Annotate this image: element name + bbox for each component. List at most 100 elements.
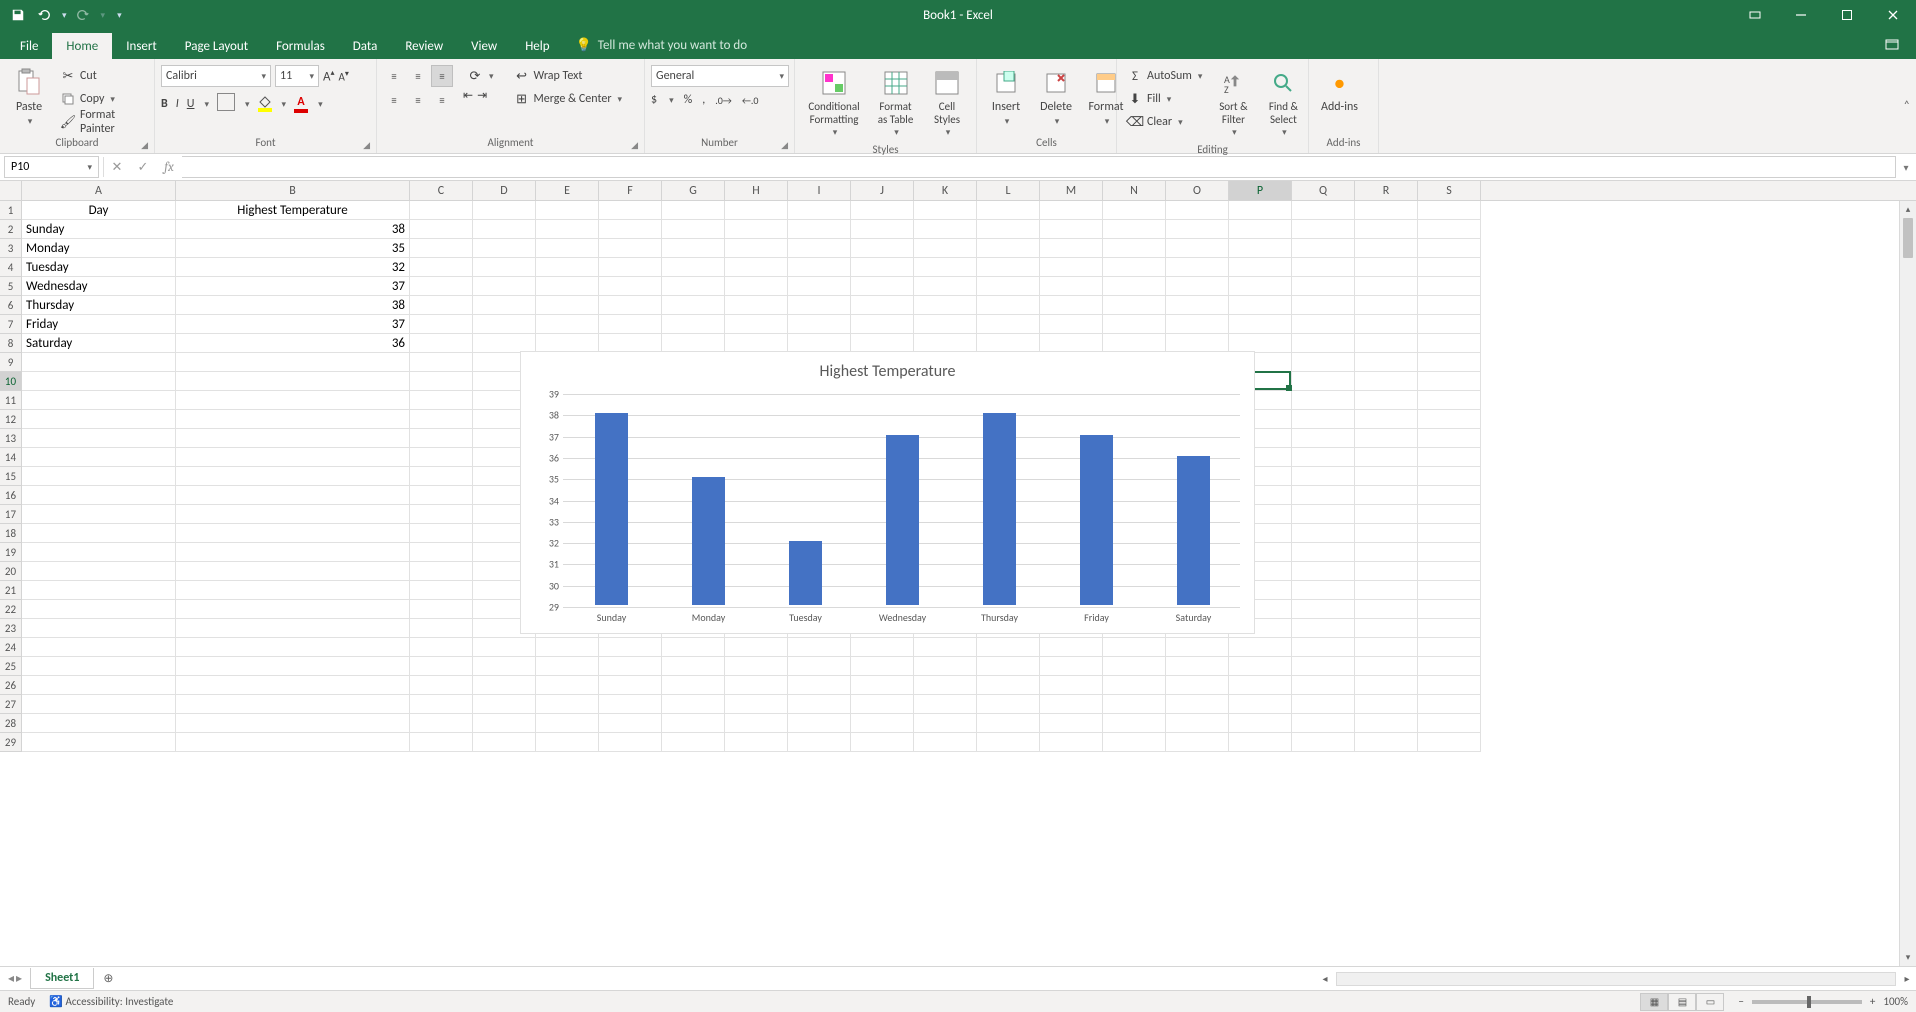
cell[interactable] [410, 486, 473, 505]
underline-button[interactable]: U [187, 97, 195, 111]
cell[interactable] [851, 239, 914, 258]
row-header[interactable]: 25 [0, 657, 22, 676]
scroll-up-icon[interactable]: ▴ [1900, 201, 1916, 218]
cell[interactable] [410, 410, 473, 429]
clipboard-launcher-icon[interactable]: ◢ [141, 140, 148, 151]
cell[interactable] [1418, 638, 1481, 657]
cell[interactable] [1418, 429, 1481, 448]
increase-font-icon[interactable]: A▴ [323, 68, 335, 84]
cell[interactable] [1418, 239, 1481, 258]
cell[interactable] [914, 220, 977, 239]
row-header[interactable]: 9 [0, 353, 22, 372]
cell[interactable] [1355, 429, 1418, 448]
cell[interactable] [536, 239, 599, 258]
cell[interactable] [1355, 296, 1418, 315]
cell[interactable] [599, 657, 662, 676]
row-header[interactable]: 26 [0, 676, 22, 695]
cell[interactable] [536, 638, 599, 657]
sort-filter-button[interactable]: AZSort & Filter▾ [1210, 65, 1256, 141]
chevron-down-icon[interactable]: ▾ [667, 95, 674, 106]
accounting-format-button[interactable]: $ [651, 93, 657, 107]
chevron-down-icon[interactable]: ▾ [1176, 117, 1183, 128]
chevron-down-icon[interactable]: ▾ [1196, 71, 1203, 82]
cell[interactable] [1292, 220, 1355, 239]
cell[interactable] [536, 315, 599, 334]
cell[interactable]: Day [22, 201, 176, 220]
format-painter-button[interactable]: 🖌Format Painter [56, 111, 148, 133]
cell[interactable] [1103, 638, 1166, 657]
cell[interactable] [176, 619, 410, 638]
row-header[interactable]: 2 [0, 220, 22, 239]
cell[interactable] [473, 714, 536, 733]
cell[interactable] [1418, 695, 1481, 714]
cell[interactable] [977, 695, 1040, 714]
cell[interactable] [1292, 638, 1355, 657]
chart-bar[interactable] [1177, 456, 1210, 605]
cell[interactable] [1166, 220, 1229, 239]
column-header-E[interactable]: E [536, 181, 599, 200]
cell[interactable] [473, 296, 536, 315]
column-header-B[interactable]: B [176, 181, 410, 200]
cell[interactable] [1418, 733, 1481, 752]
cell[interactable] [1355, 676, 1418, 695]
font-color-dropdown-icon[interactable]: ▾ [316, 99, 323, 110]
page-layout-view-button[interactable]: ▤ [1668, 993, 1696, 1011]
cell[interactable] [1040, 714, 1103, 733]
cell[interactable] [1229, 695, 1292, 714]
cell[interactable] [1166, 733, 1229, 752]
tab-file[interactable]: File [6, 33, 52, 59]
cell[interactable] [662, 201, 725, 220]
cell[interactable] [1040, 201, 1103, 220]
chevron-down-icon[interactable]: ▾ [1165, 94, 1172, 105]
cell[interactable] [1292, 353, 1355, 372]
cell[interactable] [410, 600, 473, 619]
cell[interactable] [1103, 657, 1166, 676]
cell[interactable] [22, 467, 176, 486]
cell[interactable] [1292, 410, 1355, 429]
cell[interactable] [1355, 467, 1418, 486]
cell[interactable] [176, 353, 410, 372]
collapse-ribbon-button[interactable]: ˄ [1904, 99, 1910, 113]
cell[interactable] [1355, 581, 1418, 600]
cell[interactable] [788, 733, 851, 752]
cell[interactable] [599, 695, 662, 714]
cell[interactable] [977, 258, 1040, 277]
cell[interactable] [1355, 277, 1418, 296]
cell[interactable] [851, 277, 914, 296]
cell[interactable] [410, 277, 473, 296]
insert-function-button[interactable]: fx [156, 160, 182, 175]
cell[interactable] [410, 353, 473, 372]
cell[interactable] [176, 391, 410, 410]
cell[interactable] [1040, 695, 1103, 714]
tab-view[interactable]: View [457, 33, 511, 59]
cell[interactable] [851, 676, 914, 695]
cell[interactable] [536, 296, 599, 315]
row-header[interactable]: 7 [0, 315, 22, 334]
cell[interactable] [1229, 201, 1292, 220]
cell[interactable] [914, 714, 977, 733]
cell[interactable] [1355, 448, 1418, 467]
column-header-M[interactable]: M [1040, 181, 1103, 200]
addins-button[interactable]: ●Add-ins [1315, 65, 1364, 117]
row-header[interactable]: 5 [0, 277, 22, 296]
ribbon-display-options-icon[interactable] [1732, 0, 1778, 30]
cell[interactable] [1355, 201, 1418, 220]
column-header-L[interactable]: L [977, 181, 1040, 200]
cell[interactable] [1418, 391, 1481, 410]
column-header-H[interactable]: H [725, 181, 788, 200]
cell[interactable] [176, 600, 410, 619]
paste-button[interactable]: Paste ▾ [6, 65, 52, 129]
copy-button[interactable]: Copy▾ [56, 88, 148, 110]
cell[interactable] [914, 201, 977, 220]
underline-dropdown-icon[interactable]: ▾ [202, 99, 209, 110]
cell[interactable] [1418, 524, 1481, 543]
row-header[interactable]: 29 [0, 733, 22, 752]
cell[interactable] [473, 239, 536, 258]
cell[interactable]: Monday [22, 239, 176, 258]
cell[interactable] [977, 296, 1040, 315]
cell[interactable] [1418, 543, 1481, 562]
cell[interactable] [725, 296, 788, 315]
cell[interactable] [410, 505, 473, 524]
copy-dropdown-icon[interactable]: ▾ [108, 94, 115, 105]
cell[interactable] [22, 619, 176, 638]
